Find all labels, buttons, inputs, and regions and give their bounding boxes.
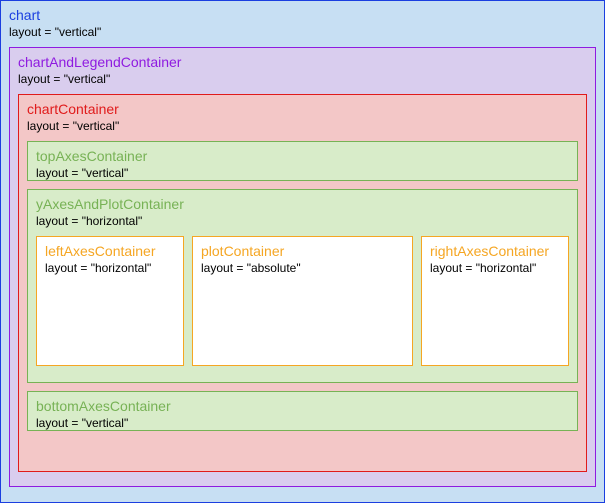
right-axes-container: rightAxesContainer layout = "horizontal": [421, 236, 569, 366]
chart-title: chart: [9, 7, 596, 23]
chart-layout-label: layout = "vertical": [9, 25, 596, 39]
y-axes-and-plot-title: yAxesAndPlotContainer: [36, 196, 569, 212]
right-axes-title: rightAxesContainer: [430, 243, 560, 259]
bottom-axes-container: bottomAxesContainer layout = "vertical": [27, 391, 578, 431]
plot-layout-label: layout = "absolute": [201, 261, 404, 275]
bottom-axes-title: bottomAxesContainer: [36, 398, 569, 414]
left-axes-container: leftAxesContainer layout = "horizontal": [36, 236, 184, 366]
plot-container: plotContainer layout = "absolute": [192, 236, 413, 366]
top-axes-title: topAxesContainer: [36, 148, 569, 164]
chart-container-layout-label: layout = "vertical": [27, 119, 578, 133]
y-axes-and-plot-container: yAxesAndPlotContainer layout = "horizont…: [27, 189, 578, 383]
left-axes-title: leftAxesContainer: [45, 243, 175, 259]
bottom-axes-layout-label: layout = "vertical": [36, 416, 569, 430]
top-axes-container: topAxesContainer layout = "vertical": [27, 141, 578, 181]
left-axes-layout-label: layout = "horizontal": [45, 261, 175, 275]
top-axes-layout-label: layout = "vertical": [36, 166, 569, 180]
right-axes-layout-label: layout = "horizontal": [430, 261, 560, 275]
horizontal-row: leftAxesContainer layout = "horizontal" …: [36, 236, 569, 366]
chart-container-inner: chartContainer layout = "vertical" topAx…: [18, 94, 587, 472]
plot-title: plotContainer: [201, 243, 404, 259]
chart-container: chart layout = "vertical" chartAndLegend…: [0, 0, 605, 503]
chart-container-title: chartContainer: [27, 101, 578, 117]
chart-and-legend-layout-label: layout = "vertical": [18, 72, 587, 86]
chart-and-legend-container: chartAndLegendContainer layout = "vertic…: [9, 47, 596, 487]
y-axes-and-plot-layout-label: layout = "horizontal": [36, 214, 569, 228]
chart-and-legend-title: chartAndLegendContainer: [18, 54, 587, 70]
